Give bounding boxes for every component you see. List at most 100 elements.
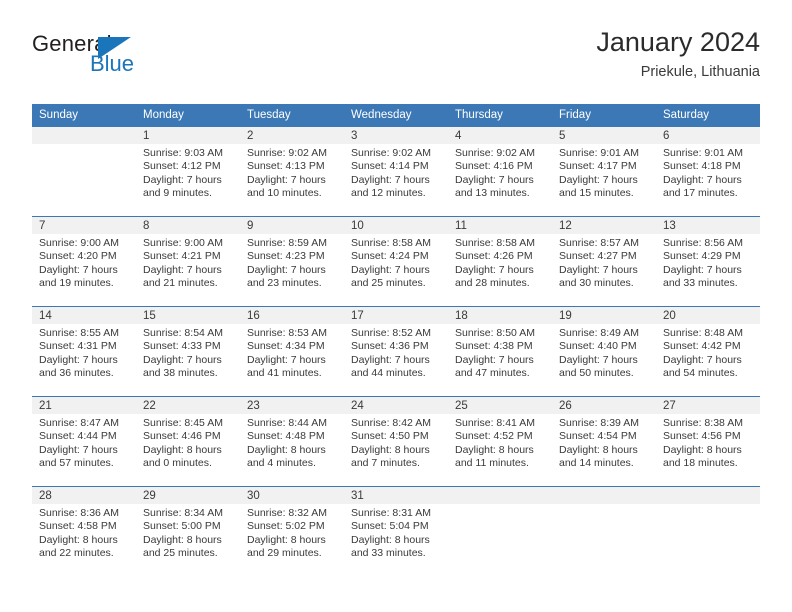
- day-cell-content: 2 Sunrise: 9:02 AM Sunset: 4:13 PM Daylight…: [240, 127, 344, 216]
- calendar-header-row: Sunday Monday Tuesday Wednesday Thursday Frid…: [32, 104, 760, 127]
- day-detail-line: and 13 minutes.: [455, 186, 530, 199]
- day-number: 11: [448, 217, 552, 234]
- calendar-day-cell[interactable]: 3 Sunrise: 9:02 AM Sunset: 4:14 PM Daylight…: [344, 126, 448, 217]
- day-sun-details: Sunrise: 8:44 AM Sunset: 4:48 PM Daylight:…: [240, 414, 344, 470]
- calendar-day-cell[interactable]: 6 Sunrise: 9:01 AM Sunset: 4:18 PM Daylight…: [656, 126, 760, 217]
- day-detail-line: Sunset: 4:38 PM: [455, 340, 533, 353]
- calendar-week-row: 21 Sunrise: 8:47 AM Sunset: 4:44 PM Dayligh…: [32, 396, 760, 487]
- calendar-page: General Blue January 2024 Priekule, Lith…: [0, 0, 792, 612]
- calendar-day-cell[interactable]: 29 Sunrise: 8:34 AM Sunset: 5:00 PM Dayligh…: [136, 486, 240, 576]
- day-detail-line: Sunset: 5:00 PM: [143, 520, 221, 533]
- day-number: [552, 487, 656, 504]
- calendar-day-cell[interactable]: 7 Sunrise: 9:00 AM Sunset: 4:20 PM Daylight…: [32, 216, 136, 307]
- day-number: 12: [552, 217, 656, 234]
- day-number: 3: [344, 127, 448, 144]
- day-sun-details: Sunrise: 8:59 AM Sunset: 4:23 PM Daylight:…: [240, 234, 344, 290]
- day-detail-line: Sunset: 4:18 PM: [663, 160, 741, 173]
- day-cell-content: [552, 487, 656, 576]
- day-detail-line: and 14 minutes.: [559, 456, 634, 469]
- calendar-day-cell[interactable]: 14 Sunrise: 8:55 AM Sunset: 4:31 PM Dayligh…: [32, 306, 136, 397]
- logo-text-blue: Blue: [90, 51, 135, 76]
- calendar-day-cell[interactable]: 21 Sunrise: 8:47 AM Sunset: 4:44 PM Dayligh…: [32, 396, 136, 487]
- day-detail-line: Sunrise: 8:54 AM: [143, 327, 223, 339]
- calendar-day-cell-empty: [448, 486, 552, 576]
- day-cell-content: 22 Sunrise: 8:45 AM Sunset: 4:46 PM Dayligh…: [136, 397, 240, 486]
- weekday-header-tuesday: Tuesday: [240, 104, 344, 127]
- day-cell-content: 9 Sunrise: 8:59 AM Sunset: 4:23 PM Daylight…: [240, 217, 344, 306]
- day-cell-content: 21 Sunrise: 8:47 AM Sunset: 4:44 PM Dayligh…: [32, 397, 136, 486]
- day-sun-details: Sunrise: 8:53 AM Sunset: 4:34 PM Daylight:…: [240, 324, 344, 380]
- day-detail-line: Daylight: 8 hours: [663, 443, 742, 456]
- calendar-day-cell[interactable]: 19 Sunrise: 8:49 AM Sunset: 4:40 PM Dayligh…: [552, 306, 656, 397]
- day-detail-line: Sunrise: 8:38 AM: [663, 417, 743, 429]
- day-detail-line: Daylight: 7 hours: [663, 353, 742, 366]
- page-title: January 2024: [596, 27, 760, 57]
- day-sun-details: Sunrise: 8:39 AM Sunset: 4:54 PM Daylight:…: [552, 414, 656, 470]
- day-sun-details: Sunrise: 8:41 AM Sunset: 4:52 PM Daylight:…: [448, 414, 552, 470]
- calendar-day-cell[interactable]: 12 Sunrise: 8:57 AM Sunset: 4:27 PM Dayligh…: [552, 216, 656, 307]
- day-detail-line: Sunset: 4:46 PM: [143, 430, 221, 443]
- day-sun-details: Sunrise: 8:42 AM Sunset: 4:50 PM Daylight:…: [344, 414, 448, 470]
- day-detail-line: Daylight: 7 hours: [39, 353, 118, 366]
- calendar-body: 1 Sunrise: 9:03 AM Sunset: 4:12 PM Daylight…: [32, 126, 760, 576]
- calendar-day-cell[interactable]: 1 Sunrise: 9:03 AM Sunset: 4:12 PM Daylight…: [136, 126, 240, 217]
- calendar-day-cell[interactable]: 23 Sunrise: 8:44 AM Sunset: 4:48 PM Dayligh…: [240, 396, 344, 487]
- calendar-day-cell[interactable]: 13 Sunrise: 8:56 AM Sunset: 4:29 PM Dayligh…: [656, 216, 760, 307]
- general-blue-logo[interactable]: General Blue: [32, 32, 242, 88]
- calendar-day-cell[interactable]: 8 Sunrise: 9:00 AM Sunset: 4:21 PM Daylight…: [136, 216, 240, 307]
- day-detail-line: Sunrise: 8:45 AM: [143, 417, 223, 429]
- day-detail-line: Sunset: 4:36 PM: [351, 340, 429, 353]
- day-cell-content: [656, 487, 760, 576]
- day-detail-line: Sunrise: 8:42 AM: [351, 417, 431, 429]
- day-sun-details: Sunrise: 8:57 AM Sunset: 4:27 PM Daylight:…: [552, 234, 656, 290]
- calendar-day-cell[interactable]: 9 Sunrise: 8:59 AM Sunset: 4:23 PM Daylight…: [240, 216, 344, 307]
- calendar-day-cell[interactable]: 22 Sunrise: 8:45 AM Sunset: 4:46 PM Dayligh…: [136, 396, 240, 487]
- day-number: 26: [552, 397, 656, 414]
- day-sun-details: Sunrise: 8:56 AM Sunset: 4:29 PM Daylight:…: [656, 234, 760, 290]
- calendar-day-cell[interactable]: 18 Sunrise: 8:50 AM Sunset: 4:38 PM Dayligh…: [448, 306, 552, 397]
- day-cell-content: 13 Sunrise: 8:56 AM Sunset: 4:29 PM Dayligh…: [656, 217, 760, 306]
- calendar-day-cell[interactable]: 16 Sunrise: 8:53 AM Sunset: 4:34 PM Dayligh…: [240, 306, 344, 397]
- weekday-header-friday: Friday: [552, 104, 656, 127]
- calendar-day-cell[interactable]: 24 Sunrise: 8:42 AM Sunset: 4:50 PM Dayligh…: [344, 396, 448, 487]
- day-detail-line: Daylight: 8 hours: [247, 533, 326, 546]
- calendar-day-cell[interactable]: 30 Sunrise: 8:32 AM Sunset: 5:02 PM Dayligh…: [240, 486, 344, 576]
- calendar-day-cell[interactable]: 15 Sunrise: 8:54 AM Sunset: 4:33 PM Dayligh…: [136, 306, 240, 397]
- day-detail-line: Sunrise: 8:34 AM: [143, 507, 223, 519]
- day-cell-content: 6 Sunrise: 9:01 AM Sunset: 4:18 PM Daylight…: [656, 127, 760, 216]
- day-detail-line: Sunrise: 9:02 AM: [247, 147, 327, 159]
- calendar-day-cell[interactable]: 10 Sunrise: 8:58 AM Sunset: 4:24 PM Dayligh…: [344, 216, 448, 307]
- day-sun-details: Sunrise: 8:58 AM Sunset: 4:26 PM Daylight:…: [448, 234, 552, 290]
- calendar-day-cell[interactable]: 4 Sunrise: 9:02 AM Sunset: 4:16 PM Daylight…: [448, 126, 552, 217]
- calendar-day-cell[interactable]: 31 Sunrise: 8:31 AM Sunset: 5:04 PM Dayligh…: [344, 486, 448, 576]
- day-detail-line: Daylight: 7 hours: [39, 443, 118, 456]
- day-detail-line: and 7 minutes.: [351, 456, 420, 469]
- calendar-day-cell[interactable]: 20 Sunrise: 8:48 AM Sunset: 4:42 PM Dayligh…: [656, 306, 760, 397]
- calendar-day-cell[interactable]: 11 Sunrise: 8:58 AM Sunset: 4:26 PM Dayligh…: [448, 216, 552, 307]
- day-detail-line: Sunrise: 8:58 AM: [455, 237, 535, 249]
- day-detail-line: Daylight: 7 hours: [559, 353, 638, 366]
- day-detail-line: and 15 minutes.: [559, 186, 634, 199]
- day-detail-line: Daylight: 7 hours: [351, 353, 430, 366]
- day-number: 18: [448, 307, 552, 324]
- day-cell-content: 27 Sunrise: 8:38 AM Sunset: 4:56 PM Dayligh…: [656, 397, 760, 486]
- day-cell-content: 15 Sunrise: 8:54 AM Sunset: 4:33 PM Dayligh…: [136, 307, 240, 396]
- day-detail-line: Daylight: 7 hours: [559, 263, 638, 276]
- day-sun-details: Sunrise: 8:48 AM Sunset: 4:42 PM Daylight:…: [656, 324, 760, 380]
- day-detail-line: and 28 minutes.: [455, 276, 530, 289]
- day-detail-line: Sunset: 4:42 PM: [663, 340, 741, 353]
- day-number: 2: [240, 127, 344, 144]
- day-number: 14: [32, 307, 136, 324]
- day-cell-content: 11 Sunrise: 8:58 AM Sunset: 4:26 PM Dayligh…: [448, 217, 552, 306]
- calendar-day-cell[interactable]: 26 Sunrise: 8:39 AM Sunset: 4:54 PM Dayligh…: [552, 396, 656, 487]
- calendar-day-cell[interactable]: 2 Sunrise: 9:02 AM Sunset: 4:13 PM Daylight…: [240, 126, 344, 217]
- day-detail-line: Sunset: 4:20 PM: [39, 250, 117, 263]
- calendar-day-cell[interactable]: 28 Sunrise: 8:36 AM Sunset: 4:58 PM Dayligh…: [32, 486, 136, 576]
- calendar-day-cell[interactable]: 25 Sunrise: 8:41 AM Sunset: 4:52 PM Dayligh…: [448, 396, 552, 487]
- calendar-day-cell[interactable]: 5 Sunrise: 9:01 AM Sunset: 4:17 PM Daylight…: [552, 126, 656, 217]
- calendar-day-cell[interactable]: 27 Sunrise: 8:38 AM Sunset: 4:56 PM Dayligh…: [656, 396, 760, 487]
- day-detail-line: and 4 minutes.: [247, 456, 316, 469]
- day-detail-line: Daylight: 7 hours: [559, 173, 638, 186]
- day-cell-content: 23 Sunrise: 8:44 AM Sunset: 4:48 PM Dayligh…: [240, 397, 344, 486]
- calendar-day-cell[interactable]: 17 Sunrise: 8:52 AM Sunset: 4:36 PM Dayligh…: [344, 306, 448, 397]
